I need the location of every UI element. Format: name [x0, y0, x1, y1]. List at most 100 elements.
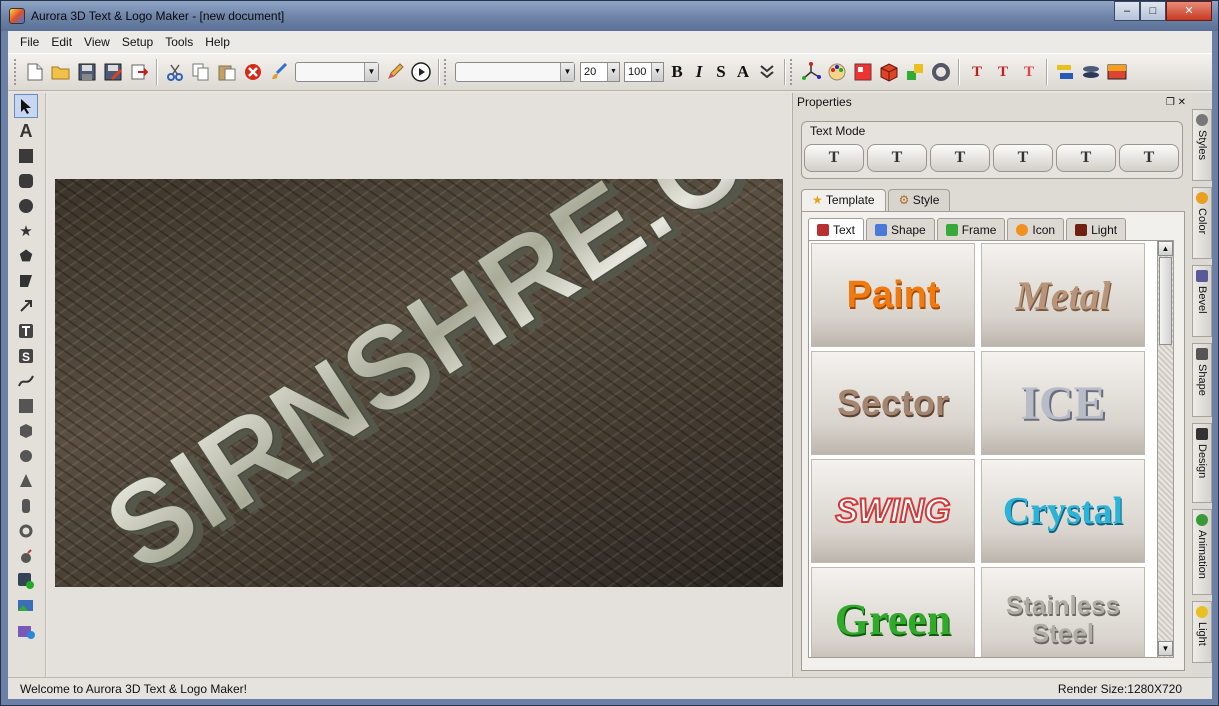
font-size-field[interactable]: 20 ▼	[580, 62, 620, 82]
toolbar-grip[interactable]	[444, 59, 448, 85]
outline-button[interactable]: A	[732, 62, 754, 82]
pentagon-tool-icon[interactable]: ⬟	[14, 244, 38, 268]
scroll-thumb[interactable]	[1159, 257, 1172, 345]
align-icon[interactable]	[1054, 61, 1076, 83]
export-icon[interactable]	[128, 61, 150, 83]
3d-text-face[interactable]: SIRNSHRE.COM	[82, 179, 783, 587]
minimize-button[interactable]: ‒	[1114, 1, 1140, 21]
cube-icon[interactable]	[878, 61, 900, 83]
toolbar-grip[interactable]	[14, 59, 18, 85]
paste-icon[interactable]	[216, 61, 238, 83]
cylinder-tool-icon[interactable]	[14, 494, 38, 518]
maximize-button[interactable]: □	[1140, 1, 1166, 21]
shape-tool-icon[interactable]	[14, 269, 38, 293]
palette-icon[interactable]	[826, 61, 848, 83]
pencil-icon[interactable]	[384, 61, 406, 83]
bold-button[interactable]: B	[666, 62, 688, 82]
cone-tool-icon[interactable]	[14, 469, 38, 493]
strike-button[interactable]: S	[710, 62, 732, 82]
tab-icon[interactable]: Icon	[1007, 218, 1065, 240]
side-tab-light[interactable]: Light	[1192, 601, 1212, 663]
text-box-tool-icon[interactable]	[14, 319, 38, 343]
star-tool-icon[interactable]: ★	[14, 219, 38, 243]
torus-tool-icon[interactable]	[14, 519, 38, 543]
tab-template[interactable]: ★ Template	[801, 189, 886, 211]
canvas-workspace[interactable]: SIRNSHRE.COM SIRNSHRE.COM	[48, 93, 790, 677]
text-mode-badge-button[interactable]: T	[1119, 144, 1179, 172]
text-mode-bevel-button[interactable]: T	[993, 144, 1053, 172]
curve-tool-icon[interactable]	[14, 369, 38, 393]
double-chevron-down-icon[interactable]	[756, 61, 778, 83]
spin-icon[interactable]: ▼	[607, 63, 619, 81]
texture-icon[interactable]	[852, 61, 874, 83]
text-mode-round-button[interactable]: T	[930, 144, 990, 172]
template-tile[interactable]: Stainless Steel	[981, 567, 1145, 657]
rectangle-tool-icon[interactable]	[14, 144, 38, 168]
side-tab-animation[interactable]: Animation	[1192, 509, 1212, 595]
delete-icon[interactable]	[242, 61, 264, 83]
side-tab-shape[interactable]: Shape	[1192, 343, 1212, 417]
template-tile[interactable]: ICE	[981, 351, 1145, 455]
brush-icon[interactable]	[268, 61, 290, 83]
title-bar[interactable]: Aurora 3D Text & Logo Maker - [new docum…	[1, 1, 1218, 31]
text-mode-extrude-button[interactable]: T	[867, 144, 927, 172]
menu-view[interactable]: View	[78, 35, 116, 49]
add-svg-icon[interactable]	[14, 569, 38, 593]
scroll-down-icon[interactable]: ▼	[1158, 641, 1173, 656]
save-icon[interactable]	[76, 61, 98, 83]
template-tile[interactable]: Green	[811, 567, 975, 657]
tab-frame[interactable]: Frame	[936, 218, 1006, 240]
text-style-1-icon[interactable]: T	[966, 61, 988, 83]
menu-edit[interactable]: Edit	[45, 35, 78, 49]
arrow-tool-icon[interactable]	[14, 294, 38, 318]
open-folder-icon[interactable]	[50, 61, 72, 83]
rounded-rect-tool-icon[interactable]	[14, 169, 38, 193]
tab-shape[interactable]: Shape	[866, 218, 935, 240]
add-model-icon[interactable]	[14, 619, 38, 643]
side-tab-design[interactable]: Design	[1192, 423, 1212, 503]
side-tab-color[interactable]: Color	[1192, 187, 1212, 259]
svg-tool-icon[interactable]: S	[14, 344, 38, 368]
axis-icon[interactable]	[800, 61, 822, 83]
circle-tool-icon[interactable]	[14, 194, 38, 218]
box-tool-icon[interactable]	[14, 394, 38, 418]
menu-help[interactable]: Help	[199, 35, 236, 49]
side-tab-bevel[interactable]: Bevel	[1192, 265, 1212, 337]
cube-tool-icon[interactable]	[14, 419, 38, 443]
save-as-icon[interactable]	[102, 61, 124, 83]
tab-text[interactable]: Text	[808, 218, 865, 240]
template-tile[interactable]: SWING	[811, 459, 975, 563]
puzzle-icon[interactable]	[904, 61, 926, 83]
font-combo[interactable]: ▼	[455, 62, 575, 82]
layers-icon[interactable]	[1080, 61, 1102, 83]
chevron-down-icon[interactable]: ▼	[560, 63, 574, 81]
template-tile[interactable]: Sector	[811, 351, 975, 455]
template-tile[interactable]: Metal	[981, 243, 1145, 347]
text-mode-flat-button[interactable]: T	[804, 144, 864, 172]
template-tile[interactable]: Crystal	[981, 459, 1145, 563]
text-style-2-icon[interactable]: T	[992, 61, 1014, 83]
tab-style[interactable]: ⚙ Style	[887, 189, 951, 211]
tab-light[interactable]: Light	[1066, 218, 1127, 240]
bomb-tool-icon[interactable]	[14, 544, 38, 568]
gallery-scrollbar[interactable]: ▲ ▼	[1157, 241, 1173, 657]
text-mode-circle-button[interactable]: T	[1056, 144, 1116, 172]
play-icon[interactable]	[410, 61, 432, 83]
toolbar-grip[interactable]	[790, 59, 794, 85]
close-button[interactable]: ✕	[1166, 1, 1212, 21]
template-tile[interactable]: Paint	[811, 243, 975, 347]
scroll-up-icon[interactable]: ▲	[1158, 241, 1173, 256]
add-image-icon[interactable]	[14, 594, 38, 618]
sphere-tool-icon[interactable]	[14, 444, 38, 468]
text-style-3-icon[interactable]: T	[1018, 61, 1040, 83]
menu-tools[interactable]: Tools	[159, 35, 199, 49]
float-panel-icon[interactable]: ❐ ✕	[1166, 94, 1186, 112]
side-tab-styles[interactable]: Styles	[1192, 109, 1212, 181]
chevron-down-icon[interactable]: ▼	[364, 63, 378, 81]
text-tool-icon[interactable]: A	[14, 119, 38, 143]
spin-icon[interactable]: ▼	[651, 63, 663, 81]
cut-icon[interactable]	[164, 61, 186, 83]
new-document-icon[interactable]	[24, 61, 46, 83]
ring-icon[interactable]	[930, 61, 952, 83]
copy-icon[interactable]	[190, 61, 212, 83]
